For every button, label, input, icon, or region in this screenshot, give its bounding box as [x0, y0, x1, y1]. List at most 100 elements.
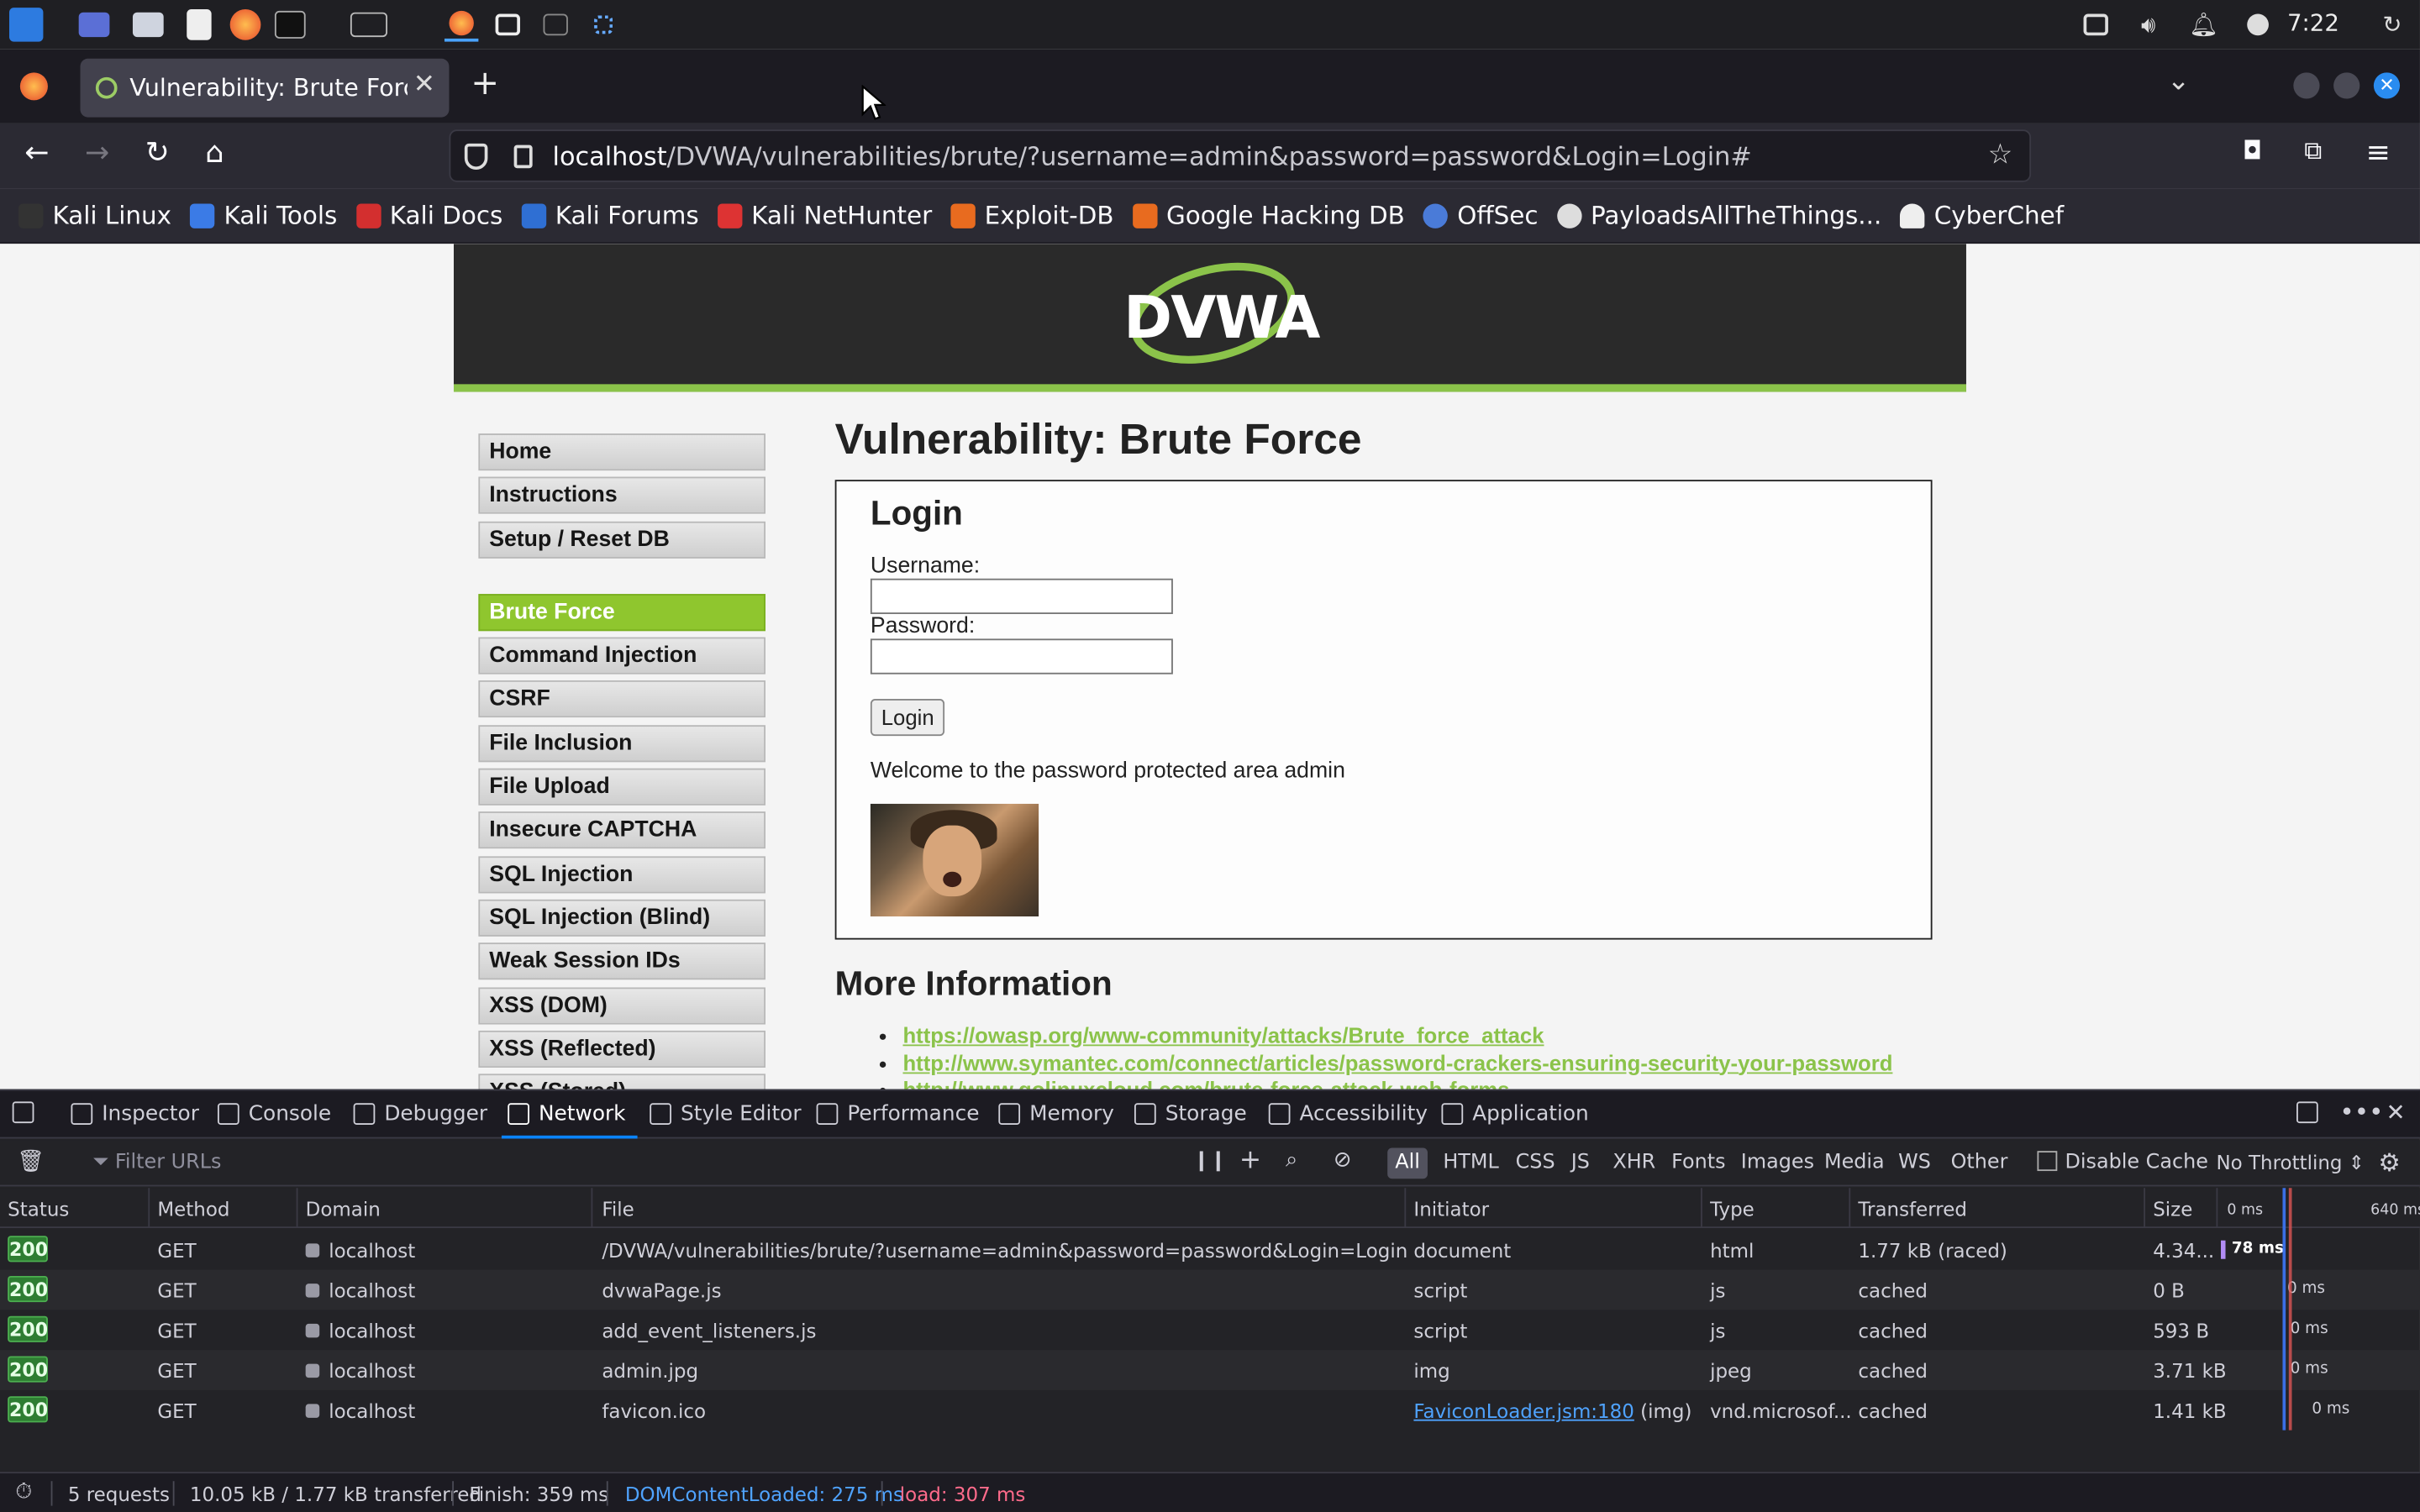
shield-icon[interactable]: [464, 143, 488, 171]
bookmark-cyberchef[interactable]: CyberChef: [1900, 201, 2064, 230]
menu-item-insecure-captcha[interactable]: Insecure CAPTCHA: [478, 811, 766, 849]
table-row[interactable]: 200 GET localhost add_event_listeners.js…: [0, 1310, 2420, 1350]
firefox-launcher-icon[interactable]: [229, 8, 262, 41]
filter-media[interactable]: Media: [1824, 1151, 1885, 1174]
bookmark-kali-docs[interactable]: Kali Docs: [355, 201, 502, 230]
power-status-icon[interactable]: [2243, 8, 2274, 41]
filter-images[interactable]: Images: [1741, 1151, 1814, 1174]
col-method[interactable]: Method: [157, 1197, 229, 1221]
home-button[interactable]: ⌂: [205, 136, 224, 170]
link-golinuxcloud[interactable]: http://www.golinuxcloud.com/brute-force-…: [902, 1077, 1509, 1089]
tab-debugger[interactable]: Debugger: [353, 1101, 487, 1126]
dock-toggle-icon[interactable]: [2296, 1101, 2318, 1124]
tab-inspector[interactable]: Inspector: [71, 1101, 199, 1126]
col-size[interactable]: Size: [2153, 1197, 2192, 1221]
bookmark-offsec[interactable]: OffSec: [1423, 201, 1539, 230]
add-filter-icon[interactable]: +: [1239, 1145, 1261, 1176]
bookmark-kali-nethunter[interactable]: Kali NetHunter: [717, 201, 932, 230]
col-status[interactable]: Status: [8, 1197, 69, 1221]
performance-analysis-icon[interactable]: ⏱: [15, 1479, 32, 1504]
filter-ws[interactable]: WS: [1898, 1151, 1931, 1174]
filter-fonts[interactable]: Fonts: [1671, 1151, 1725, 1174]
username-input[interactable]: [870, 578, 1173, 615]
bookmark-kali-tools[interactable]: Kali Tools: [190, 201, 337, 230]
back-button[interactable]: ←: [24, 136, 49, 170]
volume-icon[interactable]: 🔊︎: [2133, 8, 2164, 41]
dvwa-logo[interactable]: DVWA: [1118, 262, 1320, 364]
close-tab-icon[interactable]: ✕: [413, 70, 435, 101]
filter-html[interactable]: HTML: [1443, 1151, 1498, 1174]
menu-item-xss-stored[interactable]: XSS (Stored): [478, 1074, 766, 1089]
filter-all[interactable]: All: [1387, 1147, 1428, 1179]
close-window-button[interactable]: ✕: [2373, 72, 2401, 99]
app-menu-icon[interactable]: ≡: [2366, 136, 2391, 170]
tab-accessibility[interactable]: Accessibility: [1268, 1101, 1428, 1126]
tab-active[interactable]: Vulnerability: Brute Force ✕: [80, 58, 450, 118]
bookmark-kali-linux[interactable]: Kali Linux: [18, 201, 171, 230]
more-options-icon[interactable]: •••: [2339, 1097, 2383, 1126]
menu-item-brute-force[interactable]: Brute Force: [478, 593, 766, 632]
menu-item-weak-session-ids[interactable]: Weak Session IDs: [478, 942, 766, 980]
page-info-icon[interactable]: [513, 144, 533, 169]
reload-button[interactable]: ↻: [145, 136, 170, 170]
menu-item-sql-injection-blind[interactable]: SQL Injection (Blind): [478, 899, 766, 937]
screen-icon[interactable]: [2081, 8, 2112, 41]
extensions-icon[interactable]: ⧉: [2304, 136, 2322, 167]
window-thumbnail-icon[interactable]: [349, 8, 389, 41]
link-symantec[interactable]: http://www.symantec.com/connect/articles…: [902, 1050, 1892, 1074]
bookmark-star-icon[interactable]: ☆: [1988, 139, 2013, 171]
login-button[interactable]: Login: [870, 699, 945, 737]
menu-item-file-inclusion[interactable]: File Inclusion: [478, 724, 766, 762]
table-row[interactable]: 200 GET localhost dvwaPage.js script js …: [0, 1269, 2420, 1310]
network-tool-icon[interactable]: [587, 8, 620, 41]
menu-item-file-upload[interactable]: File Upload: [478, 768, 766, 806]
bookmark-kali-forums[interactable]: Kali Forums: [521, 201, 699, 230]
menu-item-instructions[interactable]: Instructions: [478, 477, 766, 515]
col-transferred[interactable]: Transferred: [1858, 1197, 1967, 1221]
element-picker-icon[interactable]: [12, 1101, 34, 1124]
col-file[interactable]: File: [602, 1197, 634, 1221]
filter-other[interactable]: Other: [1951, 1151, 2008, 1174]
menu-item-xss-reflected[interactable]: XSS (Reflected): [478, 1030, 766, 1068]
tab-network[interactable]: Network: [508, 1101, 626, 1126]
window-2-icon[interactable]: [491, 8, 524, 41]
firefox-window-icon[interactable]: [444, 8, 479, 42]
menu-item-sql-injection[interactable]: SQL Injection: [478, 855, 766, 893]
col-type[interactable]: Type: [1710, 1197, 1754, 1221]
table-row[interactable]: 200 GET localhost /DVWA/vulnerabilities/…: [0, 1230, 2420, 1270]
minimize-button[interactable]: [2293, 72, 2320, 99]
col-initiator[interactable]: Initiator: [1413, 1197, 1489, 1221]
clear-trash-icon[interactable]: 🗑︎: [17, 1149, 45, 1173]
menu-item-command-injection[interactable]: Command Injection: [478, 637, 766, 675]
workspace-icon[interactable]: [77, 8, 111, 41]
forward-button[interactable]: →: [85, 136, 109, 170]
maximize-button[interactable]: [2333, 72, 2360, 99]
pocket-icon[interactable]: ◘: [2243, 136, 2262, 165]
menu-item-csrf[interactable]: CSRF: [478, 680, 766, 718]
tab-storage[interactable]: Storage: [1134, 1101, 1247, 1126]
table-row[interactable]: 200 GET localhost favicon.ico FaviconLoa…: [0, 1390, 2420, 1431]
session-icon[interactable]: ↻: [2377, 8, 2408, 41]
close-devtools-icon[interactable]: ✕: [2386, 1099, 2406, 1126]
bookmark-exploit-db[interactable]: Exploit-DB: [950, 201, 1113, 230]
tab-performance[interactable]: Performance: [816, 1101, 980, 1126]
tab-style-editor[interactable]: Style Editor: [650, 1101, 802, 1126]
bookmark-google-hacking-db[interactable]: Google Hacking DB: [1132, 201, 1405, 230]
throttling-select[interactable]: No Throttling ⇕: [2217, 1151, 2365, 1174]
notification-bell-icon[interactable]: 🔔︎: [2188, 8, 2219, 41]
block-icon[interactable]: ⊘: [1334, 1148, 1352, 1173]
password-input[interactable]: [870, 638, 1173, 675]
search-icon[interactable]: ⌕: [1286, 1148, 1297, 1173]
terminal-icon[interactable]: [273, 8, 307, 41]
tab-memory[interactable]: Memory: [998, 1101, 1114, 1126]
pause-icon[interactable]: ❙❙: [1193, 1149, 1227, 1173]
menu-item-setup[interactable]: Setup / Reset DB: [478, 521, 766, 559]
text-editor-icon[interactable]: [182, 8, 216, 41]
url-bar[interactable]: localhost/DVWA/vulnerabilities/brute/?us…: [449, 129, 2032, 182]
table-row[interactable]: 200 GET localhost admin.jpg img jpeg cac…: [0, 1350, 2420, 1390]
menu-item-home[interactable]: Home: [478, 433, 766, 471]
filter-css[interactable]: CSS: [1516, 1151, 1555, 1174]
tab-application[interactable]: Application: [1441, 1101, 1589, 1126]
col-domain[interactable]: Domain: [306, 1197, 381, 1221]
clock[interactable]: 7:22: [2287, 9, 2339, 37]
